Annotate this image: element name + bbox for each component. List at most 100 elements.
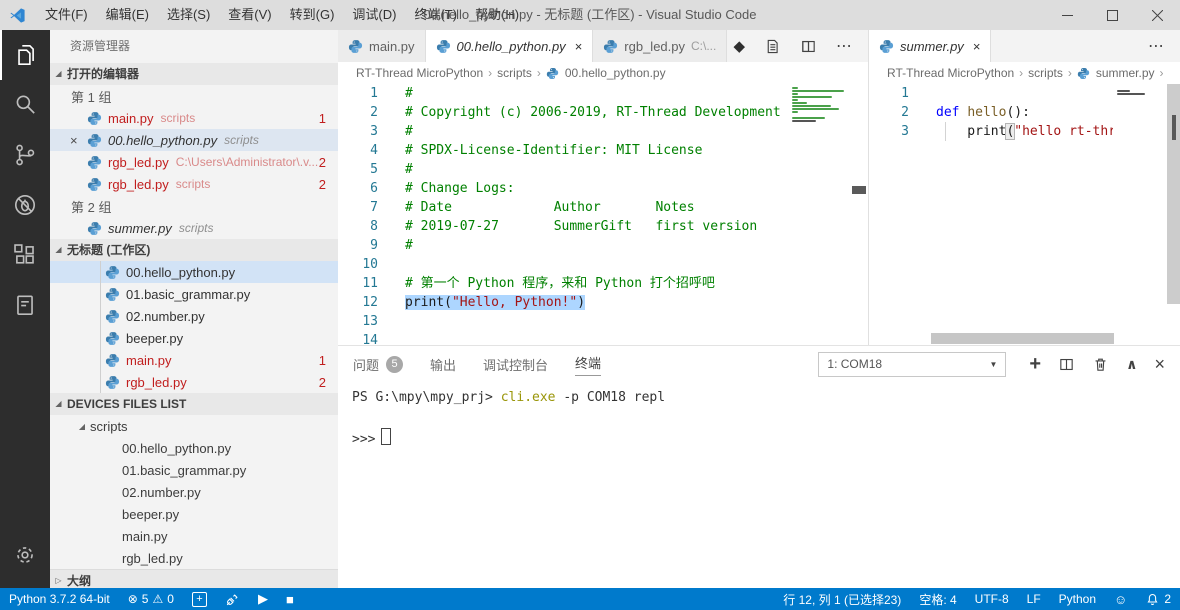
eol-status[interactable]: LF <box>1018 588 1050 610</box>
breadcrumb-item[interactable]: RT-Thread MicroPython <box>885 66 1016 80</box>
more-actions-icon[interactable]: ⋯ <box>836 36 853 56</box>
minimap[interactable] <box>1113 87 1163 331</box>
terminal-output[interactable]: PS G:\mpy\mpy_prj> cli.exe -p COM18 repl… <box>338 382 1180 588</box>
problems-status[interactable]: ⊗5 ⚠0 <box>119 588 183 610</box>
open-editor-item[interactable]: rgb_led.pyscripts2 <box>50 173 338 195</box>
close-window-button[interactable] <box>1135 0 1180 30</box>
search-icon[interactable] <box>0 80 50 130</box>
device-file-item[interactable]: 01.basic_grammar.py <box>50 459 338 481</box>
file-view-icon[interactable] <box>764 38 781 55</box>
panel-tab-problems[interactable]: 问题5 <box>353 355 403 374</box>
new-terminal-icon[interactable]: + <box>1029 354 1041 374</box>
line-number[interactable]: 10 <box>338 255 378 274</box>
line-number[interactable]: 6 <box>338 179 378 198</box>
connect-device-button[interactable] <box>216 588 249 610</box>
line-number[interactable]: 13 <box>338 312 378 331</box>
line-number[interactable]: 8 <box>338 217 378 236</box>
debug-icon[interactable] <box>0 180 50 230</box>
open-editor-item[interactable]: summer.pyscripts <box>50 217 338 239</box>
line-number[interactable]: 3 <box>338 122 378 141</box>
minimize-button[interactable] <box>1045 0 1090 30</box>
workspace-file-item[interactable]: main.py1 <box>50 349 338 371</box>
add-device-button[interactable]: + <box>183 588 216 610</box>
stop-button[interactable]: ■ <box>277 588 303 610</box>
maximize-panel-icon[interactable]: ∧ <box>1126 356 1137 373</box>
indentation-status[interactable]: 空格: 4 <box>910 588 965 610</box>
close-icon[interactable]: × <box>70 133 87 148</box>
breadcrumb-item[interactable]: 00.hello_python.py <box>563 66 668 80</box>
breadcrumb-item[interactable]: summer.py <box>1094 66 1157 80</box>
device-file-item[interactable]: 00.hello_python.py <box>50 437 338 459</box>
device-file-item[interactable]: rgb_led.py <box>50 547 338 569</box>
device-file-item[interactable]: main.py <box>50 525 338 547</box>
encoding-status[interactable]: UTF-8 <box>966 588 1018 610</box>
editor-tab[interactable]: rgb_led.pyC:\... <box>593 30 727 62</box>
line-number[interactable]: 5 <box>338 160 378 179</box>
workspace-file-item[interactable]: 01.basic_grammar.py <box>50 283 338 305</box>
extensions-icon[interactable] <box>0 230 50 280</box>
line-number[interactable]: 2 <box>869 103 909 122</box>
breadcrumb-item[interactable]: scripts <box>1026 66 1065 80</box>
devices-files-header[interactable]: ◢ DEVICES FILES LIST <box>50 393 338 415</box>
python-interpreter-status[interactable]: Python 3.7.2 64-bit <box>0 588 119 610</box>
close-panel-icon[interactable]: × <box>1154 354 1165 375</box>
cursor-position-status[interactable]: 行 12, 列 1 (已选择23) <box>774 588 910 610</box>
settings-gear-icon[interactable] <box>0 530 50 580</box>
open-editor-item[interactable]: ×00.hello_python.pyscripts <box>50 129 338 151</box>
editor-tab[interactable]: 00.hello_python.py× <box>426 30 594 62</box>
feedback-smiley-icon[interactable]: ☺ <box>1105 588 1136 610</box>
panel-tab-debug-console[interactable]: 调试控制台 <box>483 355 548 374</box>
explorer-icon[interactable] <box>0 30 50 80</box>
panel-tab-terminal[interactable]: 终端 <box>575 353 601 376</box>
device-file-item[interactable]: 02.number.py <box>50 481 338 503</box>
run-file-icon[interactable]: ◆ <box>733 39 745 54</box>
editor-tab[interactable]: summer.py× <box>869 30 991 62</box>
open-editors-header[interactable]: ◢ 打开的编辑器 <box>50 63 338 85</box>
scrollbar-thumb[interactable] <box>852 186 866 194</box>
breadcrumb-item[interactable]: RT-Thread MicroPython <box>354 66 485 80</box>
panel-tab-output[interactable]: 输出 <box>430 355 456 374</box>
close-icon[interactable]: × <box>575 39 583 54</box>
menu-selection[interactable]: 选择(S) <box>158 0 219 30</box>
line-number[interactable]: 2 <box>338 103 378 122</box>
line-number[interactable]: 1 <box>338 84 378 103</box>
line-number[interactable]: 11 <box>338 274 378 293</box>
line-number[interactable]: 3 <box>869 122 909 141</box>
line-number[interactable]: 1 <box>869 84 909 103</box>
devices-folder-scripts[interactable]: ◢ scripts <box>50 415 338 437</box>
device-file-item[interactable]: beeper.py <box>50 503 338 525</box>
notifications-bell[interactable]: 2 <box>1136 588 1180 610</box>
workspace-file-item[interactable]: rgb_led.py2 <box>50 371 338 393</box>
outline-header[interactable]: ▷ 大纲 <box>50 569 338 588</box>
line-number[interactable]: 4 <box>338 141 378 160</box>
line-number[interactable]: 14 <box>338 331 378 345</box>
menu-debug[interactable]: 调试(D) <box>343 0 405 30</box>
menu-file[interactable]: 文件(F) <box>36 0 97 30</box>
open-editor-item[interactable]: rgb_led.pyC:\Users\Administrator\.v...2 <box>50 151 338 173</box>
menu-go[interactable]: 转到(G) <box>281 0 344 30</box>
workspace-file-item[interactable]: beeper.py <box>50 327 338 349</box>
split-editor-icon[interactable] <box>800 38 817 55</box>
workspace-file-item[interactable]: 00.hello_python.py <box>50 261 338 283</box>
code-editor-2[interactable]: 12def hello():3 print("hello rt-thread" <box>869 84 1180 345</box>
horizontal-scrollbar[interactable] <box>931 333 1114 344</box>
menu-edit[interactable]: 编辑(E) <box>97 0 158 30</box>
line-number[interactable]: 7 <box>338 198 378 217</box>
line-number[interactable]: 9 <box>338 236 378 255</box>
run-button[interactable]: ▶ <box>249 588 277 610</box>
editor-tab[interactable]: main.py <box>338 30 426 62</box>
open-editor-item[interactable]: main.pyscripts1 <box>50 107 338 129</box>
more-actions-icon[interactable]: ⋯ <box>1148 36 1165 56</box>
code-editor-1[interactable]: 1#2# Copyright (c) 2006-2019, RT-Thread … <box>338 84 868 345</box>
language-mode-status[interactable]: Python <box>1050 588 1105 610</box>
workspace-file-item[interactable]: 02.number.py <box>50 305 338 327</box>
maximize-button[interactable] <box>1090 0 1135 30</box>
workspace-header[interactable]: ◢ 无标题 (工作区) <box>50 239 338 261</box>
minimap[interactable] <box>788 87 852 345</box>
menu-view[interactable]: 查看(V) <box>219 0 280 30</box>
breadcrumb-item[interactable]: scripts <box>495 66 534 80</box>
line-number[interactable]: 12 <box>338 293 378 312</box>
examples-panel-icon[interactable] <box>0 280 50 330</box>
kill-terminal-icon[interactable] <box>1092 356 1109 373</box>
close-icon[interactable]: × <box>973 39 981 54</box>
